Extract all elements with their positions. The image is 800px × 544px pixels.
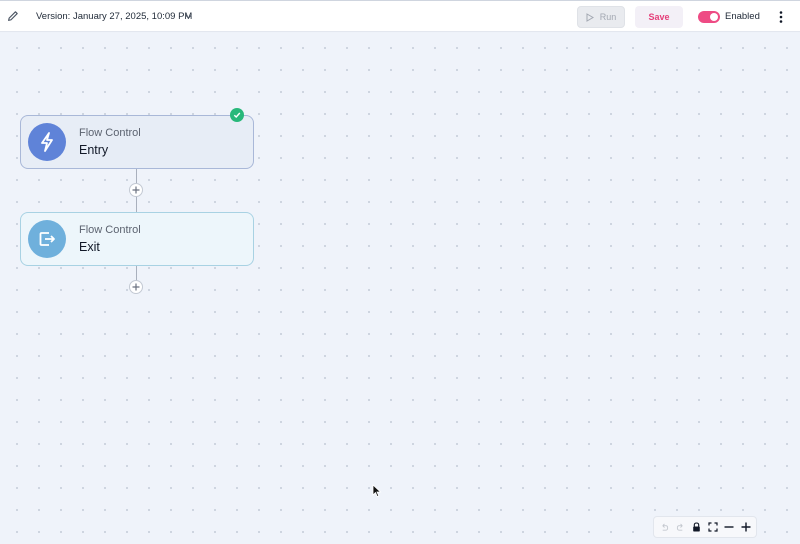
- lock-icon[interactable]: [691, 521, 703, 533]
- node-icon-badge: [28, 220, 66, 258]
- plus-icon: [132, 283, 140, 291]
- undo-icon[interactable]: [658, 521, 670, 533]
- fit-view-icon[interactable]: [707, 521, 719, 533]
- node-icon-badge: [28, 123, 66, 161]
- run-button[interactable]: Run: [577, 6, 625, 28]
- node-kind-label: Flow Control: [79, 224, 141, 236]
- save-button[interactable]: Save: [635, 6, 683, 28]
- redo-icon[interactable]: [674, 521, 686, 533]
- mouse-cursor-icon: [372, 484, 382, 498]
- node-kind-label: Flow Control: [79, 127, 141, 139]
- lightning-bolt-icon: [41, 132, 53, 152]
- node-title: Exit: [79, 240, 100, 254]
- add-step-button[interactable]: [129, 183, 143, 197]
- play-icon: [586, 12, 594, 22]
- node-title: Entry: [79, 143, 109, 157]
- plus-icon: [132, 186, 140, 194]
- toggle-knob: [710, 13, 718, 21]
- pencil-icon[interactable]: [6, 9, 20, 23]
- top-toolbar: Version: January 27, 2025, 10:09 PM Run …: [0, 0, 800, 32]
- run-button-label: Run: [599, 12, 617, 22]
- success-check-icon: [230, 108, 244, 122]
- flow-canvas[interactable]: Flow Control Entry Flow Control Exit: [0, 33, 800, 544]
- canvas-controls: [653, 516, 757, 538]
- more-vertical-icon[interactable]: [777, 10, 785, 24]
- exit-node[interactable]: Flow Control Exit: [20, 212, 254, 266]
- exit-icon: [39, 232, 55, 246]
- enabled-label: Enabled: [725, 11, 760, 22]
- zoom-in-icon[interactable]: [740, 521, 752, 533]
- entry-node[interactable]: Flow Control Entry: [20, 115, 254, 169]
- add-step-button[interactable]: [129, 280, 143, 294]
- enabled-toggle[interactable]: [698, 11, 720, 23]
- chevron-down-icon[interactable]: [183, 11, 194, 22]
- save-button-label: Save: [648, 12, 670, 22]
- zoom-out-icon[interactable]: [723, 521, 735, 533]
- version-label[interactable]: Version: January 27, 2025, 10:09 PM: [36, 11, 192, 22]
